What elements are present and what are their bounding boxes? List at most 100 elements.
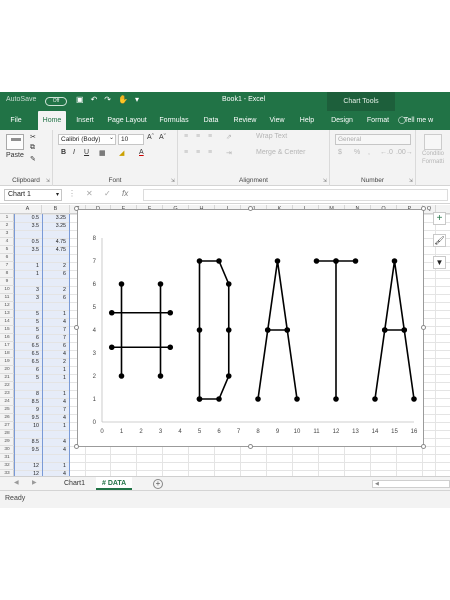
- next-sheet-icon[interactable]: ▶: [32, 479, 37, 486]
- font-name-select[interactable]: Calibri (Body): [58, 134, 116, 145]
- column-header[interactable]: B: [42, 205, 70, 214]
- font-launcher-icon[interactable]: ⇲: [171, 178, 175, 184]
- row-header[interactable]: 26: [0, 414, 14, 422]
- decrease-font-icon[interactable]: Aˇ: [159, 134, 166, 141]
- resize-handle-bottom[interactable]: [248, 444, 253, 449]
- row-header[interactable]: 4: [0, 238, 14, 246]
- cell-b4[interactable]: 4.75: [42, 238, 66, 246]
- tab-design[interactable]: Design: [327, 111, 357, 130]
- font-size-select[interactable]: 10: [118, 134, 144, 145]
- cell-a24[interactable]: 8.5: [14, 398, 39, 406]
- cell-a4[interactable]: 0.5: [14, 238, 39, 246]
- copy-icon[interactable]: ⧉: [30, 144, 35, 152]
- cell-b29[interactable]: 4: [42, 438, 66, 446]
- row-header[interactable]: 32: [0, 462, 14, 470]
- cell-b16[interactable]: 7: [42, 334, 66, 342]
- row-header[interactable]: 6: [0, 254, 14, 262]
- percent-icon[interactable]: %: [354, 149, 360, 156]
- insert-function-icon[interactable]: fx: [122, 189, 128, 198]
- row-header[interactable]: 22: [0, 382, 14, 390]
- row-header[interactable]: 1: [0, 214, 14, 222]
- row-header[interactable]: 7: [0, 262, 14, 270]
- cell-b32[interactable]: 1: [42, 462, 66, 470]
- orientation-icon[interactable]: ⇗: [226, 133, 232, 141]
- redo-icon[interactable]: ↷: [104, 95, 111, 104]
- row-header[interactable]: 12: [0, 302, 14, 310]
- add-sheet-icon[interactable]: +: [153, 479, 163, 489]
- row-header[interactable]: 24: [0, 398, 14, 406]
- number-launcher-icon[interactable]: ⇲: [409, 178, 413, 184]
- cell-b8[interactable]: 6: [42, 270, 66, 278]
- autosave-toggle[interactable]: Off: [45, 97, 67, 106]
- cell-a13[interactable]: 5: [14, 310, 39, 318]
- column-header[interactable]: A: [14, 205, 42, 214]
- conditional-formatting-label-1[interactable]: Conditio: [422, 151, 444, 157]
- cell-b27[interactable]: 1: [42, 422, 66, 430]
- align-middle-icon[interactable]: ≡: [196, 133, 200, 140]
- name-box[interactable]: Chart 1 ▾: [4, 189, 62, 201]
- row-header[interactable]: 17: [0, 342, 14, 350]
- cell-a21[interactable]: 5: [14, 374, 39, 382]
- undo-icon[interactable]: ↶: [91, 95, 98, 104]
- cell-a26[interactable]: 9.5: [14, 414, 39, 422]
- resize-handle-left[interactable]: [74, 325, 79, 330]
- cell-b30[interactable]: 4: [42, 446, 66, 454]
- font-name-dropdown-icon[interactable]: ⌄: [109, 134, 114, 141]
- formula-input[interactable]: [143, 189, 448, 201]
- cell-a1[interactable]: 0.5: [14, 214, 39, 222]
- row-header[interactable]: 14: [0, 318, 14, 326]
- tab-page-layout[interactable]: Page Layout: [104, 111, 150, 130]
- cell-b1[interactable]: 3.25: [42, 214, 66, 222]
- paste-icon[interactable]: [6, 134, 24, 150]
- row-header[interactable]: 20: [0, 366, 14, 374]
- row-header[interactable]: 11: [0, 294, 14, 302]
- resize-handle-bottom-right[interactable]: [421, 444, 426, 449]
- cell-a29[interactable]: 8.5: [14, 438, 39, 446]
- conditional-formatting-icon[interactable]: [424, 134, 442, 150]
- cell-b24[interactable]: 4: [42, 398, 66, 406]
- tab-formulas[interactable]: Formulas: [156, 111, 192, 130]
- chart-styles-brush-icon[interactable]: 🖌: [433, 234, 446, 247]
- row-header[interactable]: 5: [0, 246, 14, 254]
- cell-a16[interactable]: 6: [14, 334, 39, 342]
- tell-me-search[interactable]: Tell me w: [404, 111, 433, 130]
- row-header[interactable]: 30: [0, 446, 14, 454]
- row-header[interactable]: 13: [0, 310, 14, 318]
- tab-help[interactable]: Help: [296, 111, 318, 130]
- decrease-decimal-icon[interactable]: .00→: [396, 149, 413, 156]
- row-header[interactable]: 27: [0, 422, 14, 430]
- underline-icon[interactable]: U: [84, 149, 89, 156]
- cell-a15[interactable]: 5: [14, 326, 39, 334]
- row-header[interactable]: 25: [0, 406, 14, 414]
- worksheet-grid[interactable]: ABCDEFGHIJKLMNOPQ 1234567891011121314151…: [0, 205, 450, 476]
- cell-b5[interactable]: 4.75: [42, 246, 66, 254]
- cell-b10[interactable]: 2: [42, 286, 66, 294]
- wrap-text-button[interactable]: Wrap Text: [256, 133, 287, 140]
- increase-decimal-icon[interactable]: ←.0: [380, 149, 393, 156]
- row-header[interactable]: 15: [0, 326, 14, 334]
- cell-b15[interactable]: 7: [42, 326, 66, 334]
- cell-a27[interactable]: 10: [14, 422, 39, 430]
- resize-handle-bottom-left[interactable]: [74, 444, 79, 449]
- cell-a11[interactable]: 3: [14, 294, 39, 302]
- row-header[interactable]: 29: [0, 438, 14, 446]
- align-top-icon[interactable]: ≡: [184, 133, 188, 140]
- cell-a23[interactable]: 8: [14, 390, 39, 398]
- tab-insert[interactable]: Insert: [72, 111, 98, 130]
- enter-icon[interactable]: ✓: [104, 189, 111, 198]
- cell-b25[interactable]: 7: [42, 406, 66, 414]
- chart-filters-funnel-icon[interactable]: ▼: [433, 256, 446, 269]
- tab-data[interactable]: Data: [199, 111, 223, 130]
- alignment-launcher-icon[interactable]: ⇲: [323, 178, 327, 184]
- row-header[interactable]: 31: [0, 454, 14, 462]
- cell-b21[interactable]: 1: [42, 374, 66, 382]
- cell-a18[interactable]: 6.5: [14, 350, 39, 358]
- cell-b17[interactable]: 6: [42, 342, 66, 350]
- cell-b19[interactable]: 2: [42, 358, 66, 366]
- cell-b23[interactable]: 1: [42, 390, 66, 398]
- cell-a5[interactable]: 3.5: [14, 246, 39, 254]
- increase-font-icon[interactable]: Aˆ: [147, 134, 154, 141]
- cell-a25[interactable]: 9: [14, 406, 39, 414]
- tab-home[interactable]: Home: [38, 111, 66, 130]
- cell-a8[interactable]: 1: [14, 270, 39, 278]
